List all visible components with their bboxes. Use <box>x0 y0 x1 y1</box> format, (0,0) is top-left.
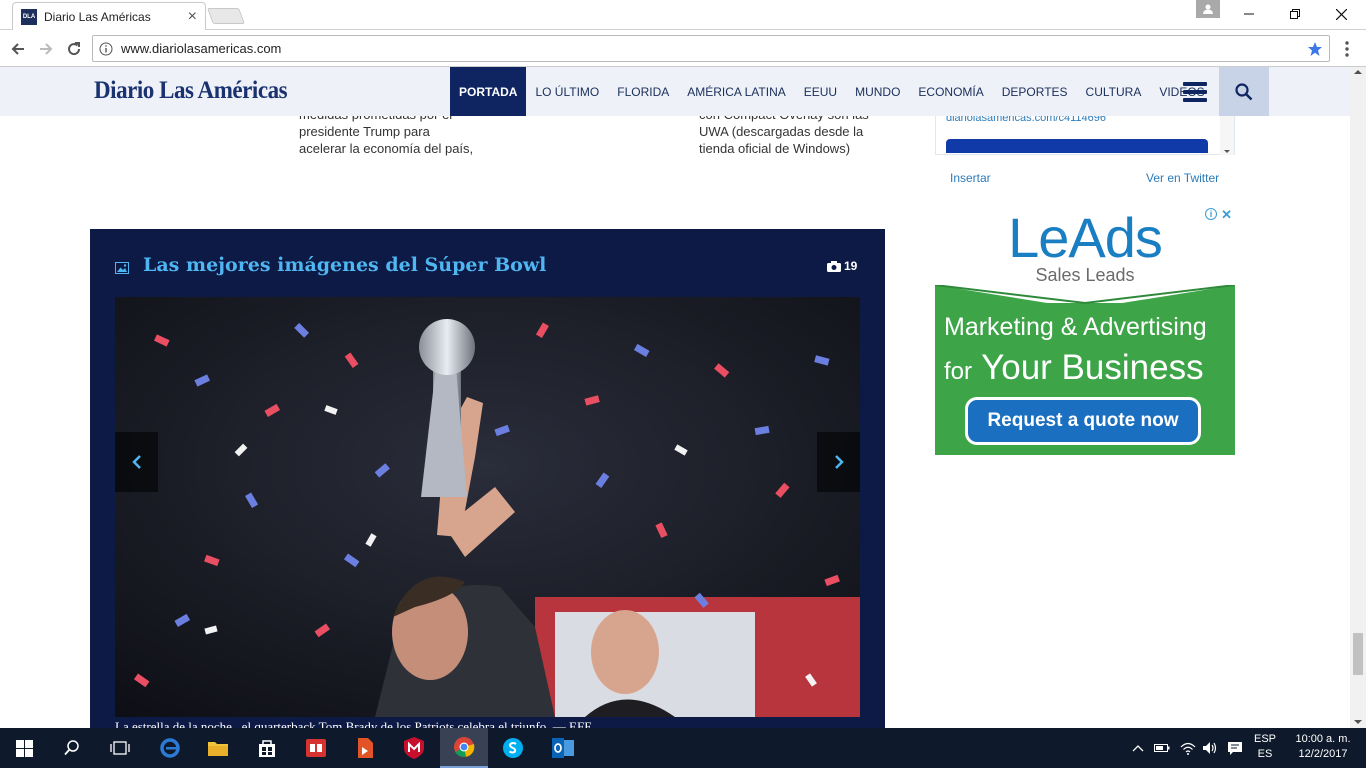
ad-brand: LeAds <box>1008 206 1163 269</box>
snippet-line: tienda oficial de Windows) <box>699 141 851 156</box>
super-bowl-photo-illustration <box>115 297 860 717</box>
volume-icon[interactable] <box>1198 728 1222 768</box>
browser-tab[interactable]: DLA Diario Las Américas × <box>12 2 206 30</box>
store-icon[interactable] <box>243 728 291 768</box>
gallery-next-button[interactable] <box>817 432 860 492</box>
nav-item-lo-ultimo[interactable]: LO ÚLTIMO <box>526 67 608 116</box>
nav-item-mundo[interactable]: MUNDO <box>846 67 909 116</box>
task-view-icon[interactable] <box>96 728 144 768</box>
photo-count-value: 19 <box>844 259 858 273</box>
search-icon[interactable] <box>1219 67 1269 116</box>
leads-ad-banner[interactable]: LeAds Sales Leads i ✕ Marketing & Advert… <box>935 205 1235 455</box>
mcafee-icon[interactable] <box>390 728 438 768</box>
ad-tagline-main: Your Business <box>981 348 1204 387</box>
bookmark-star-icon[interactable] <box>1307 41 1323 57</box>
keyboard-layout: ES <box>1257 748 1273 760</box>
search-taskbar-icon[interactable] <box>48 728 96 768</box>
chevron-right-icon <box>834 455 844 469</box>
nav-item-deportes[interactable]: DEPORTES <box>993 67 1077 116</box>
snippet-line: acelerar la economía del país, <box>299 141 474 156</box>
ad-info-icon[interactable]: i <box>1205 208 1217 220</box>
show-hidden-icons-icon[interactable] <box>1126 728 1150 768</box>
notification-center-icon[interactable] <box>1222 728 1248 768</box>
tab-title: Diario Las Américas <box>44 9 151 24</box>
input-language[interactable]: ESP ES <box>1250 732 1280 762</box>
gallery-photo[interactable] <box>115 297 860 717</box>
snippet-line: UWA (descargadas desde la <box>699 124 864 139</box>
battery-icon[interactable] <box>1150 728 1174 768</box>
address-bar[interactable]: www.diariolasamericas.com <box>92 35 1330 62</box>
back-button[interactable] <box>6 37 30 61</box>
photo-count: 19 <box>827 259 857 273</box>
scroll-up-icon[interactable] <box>1350 67 1366 77</box>
photo-caption: La estrella de la noche , el quarterback… <box>115 719 593 728</box>
forward-button[interactable] <box>34 37 58 61</box>
nav-item-cultura[interactable]: CULTURA <box>1077 67 1151 116</box>
reload-button[interactable] <box>62 37 86 61</box>
new-tab-button[interactable] <box>207 8 245 24</box>
tweet-card-image[interactable] <box>946 139 1208 153</box>
profile-icon[interactable] <box>1196 0 1220 18</box>
ad-chevron-shape <box>935 285 1235 315</box>
nav-item-portada[interactable]: PORTADA <box>450 67 527 116</box>
nav-item-eeuu[interactable]: EEUU <box>795 67 846 116</box>
twitter-insert-link[interactable]: Insertar <box>950 171 991 185</box>
request-quote-button[interactable]: Request a quote now <box>965 397 1201 445</box>
clock-date: 12/2/2017 <box>1298 748 1348 760</box>
language-code: ESP <box>1253 733 1276 745</box>
ad-headline: Marketing & Advertising <box>944 313 1207 341</box>
minimize-button[interactable] <box>1226 2 1272 26</box>
tab-close-icon[interactable]: × <box>188 8 197 25</box>
gallery-prev-button[interactable] <box>115 432 158 492</box>
info-icon[interactable] <box>99 42 113 56</box>
hamburger-menu-icon[interactable] <box>1172 67 1218 116</box>
wifi-icon[interactable] <box>1176 728 1200 768</box>
view-on-twitter-link[interactable]: Ver en Twitter <box>1146 171 1219 185</box>
ad-tagline: for Your Business <box>944 348 1204 388</box>
chevron-left-icon <box>131 455 141 469</box>
browser-titlebar: DLA Diario Las Américas × <box>0 0 1366 30</box>
reader-app-icon[interactable] <box>292 728 340 768</box>
nav-item-florida[interactable]: FLORIDA <box>608 67 678 116</box>
restore-button[interactable] <box>1272 2 1318 26</box>
site-favicon-icon: DLA <box>21 8 37 25</box>
camera-icon <box>827 260 841 272</box>
site-header: Diario Las Américas PORTADA LO ÚLTIMO FL… <box>0 67 1350 116</box>
site-logo[interactable]: Diario Las Américas <box>94 77 288 105</box>
image-icon <box>115 262 129 274</box>
snippet-line: presidente Trump para <box>299 124 430 139</box>
page-viewport: Diario Las Américas PORTADA LO ÚLTIMO FL… <box>0 67 1350 728</box>
browser-toolbar: www.diariolasamericas.com <box>0 31 1366 67</box>
clock-time: 10:00 a. m. <box>1295 733 1351 745</box>
edge-icon[interactable] <box>146 728 194 768</box>
url-text: www.diariolasamericas.com <box>121 41 282 56</box>
ad-close-icon[interactable]: ✕ <box>1221 207 1232 223</box>
ad-subtitle: Sales Leads <box>1035 265 1135 285</box>
chrome-icon[interactable] <box>440 728 488 768</box>
gallery-title[interactable]: Las mejores imágenes del Súper Bowl <box>143 254 546 276</box>
app-icon-orange[interactable] <box>341 728 389 768</box>
windows-start-icon[interactable] <box>0 728 48 768</box>
scroll-down-icon[interactable] <box>1350 717 1366 727</box>
browser-menu-icon[interactable] <box>1342 38 1352 60</box>
windows-taskbar: ESP ES 10:00 a. m. 12/2/2017 <box>0 728 1366 768</box>
ad-tagline-prefix: for <box>944 358 973 385</box>
nav-item-economia[interactable]: ECONOMÍA <box>909 67 992 116</box>
system-clock[interactable]: 10:00 a. m. 12/2/2017 <box>1286 732 1360 762</box>
photo-gallery: Las mejores imágenes del Súper Bowl 19 L… <box>90 229 885 728</box>
nav-item-america-latina[interactable]: AMÉRICA LATINA <box>678 67 794 116</box>
scroll-thumb[interactable] <box>1353 633 1363 675</box>
close-window-button[interactable] <box>1318 2 1364 26</box>
file-explorer-icon[interactable] <box>194 728 242 768</box>
main-nav: PORTADA LO ÚLTIMO FLORIDA AMÉRICA LATINA… <box>450 67 1214 116</box>
skype-icon[interactable] <box>489 728 537 768</box>
outlook-icon[interactable] <box>539 728 587 768</box>
page-scrollbar[interactable] <box>1350 67 1366 728</box>
